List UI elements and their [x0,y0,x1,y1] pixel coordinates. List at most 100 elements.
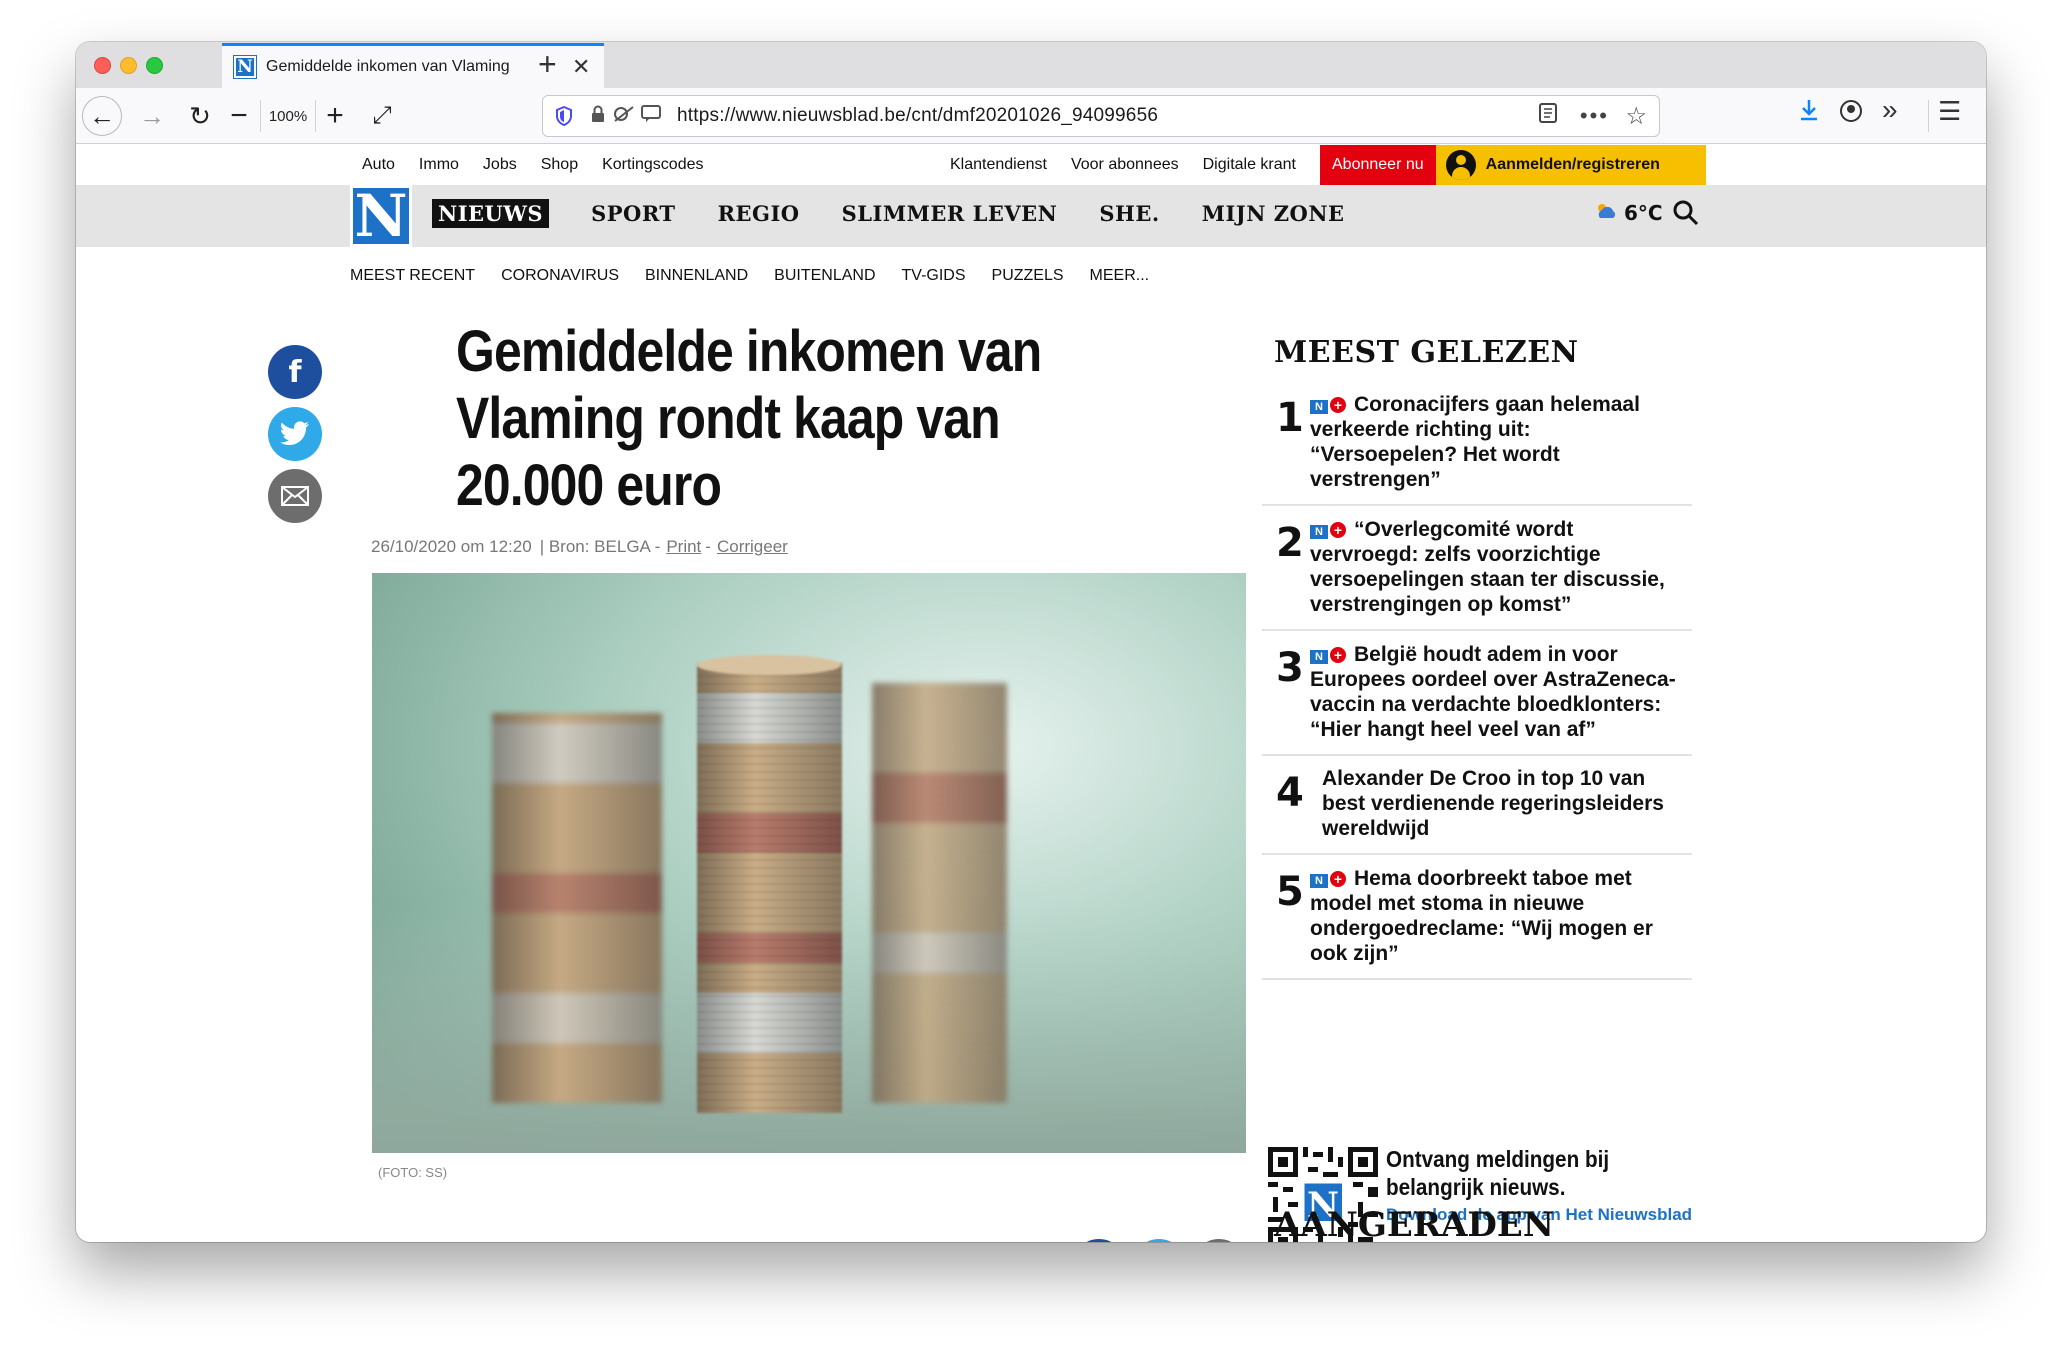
bookmark-star-icon[interactable]: ☆ [1625,102,1647,131]
share-email-bottom-button[interactable] [1192,1239,1246,1242]
nav-slimmer-leven[interactable]: SLIMMER LEVEN [842,201,1058,226]
back-button[interactable]: ← [82,96,122,136]
nav-mijn-zone[interactable]: MIJN ZONE [1202,201,1345,226]
top-link-auto[interactable]: Auto [362,156,395,174]
site-favicon-icon: N [233,55,257,79]
subnav-meest-recent[interactable]: MEEST RECENT [350,267,475,285]
list-item[interactable]: 5 N + Hema doorbreekt taboe met model met … [1262,855,1692,980]
list-item-title[interactable]: N + Hema doorbreekt taboe met model met st… [1310,865,1682,966]
most-read-list: 1 N + Coronacijfers gaan helemaal verkeerd… [1262,381,1692,980]
correct-link[interactable]: Corrigeer [717,537,788,557]
article-meta: 26/10/2020 om 12:20 | Bron: BELGA - Prin… [371,537,788,557]
nav-regio[interactable]: REGIO [718,201,800,226]
fullscreen-icon[interactable]: ⤢ [362,97,402,135]
close-window-button[interactable] [94,57,111,74]
list-item[interactable]: 3 N + België houdt adem in voor Europees o… [1262,631,1692,756]
lock-icon[interactable] [591,105,605,128]
top-link-shop[interactable]: Shop [541,156,578,174]
login-button[interactable]: Aanmelden/registreren [1435,145,1706,185]
overflow-chevrons-icon[interactable]: » [1882,94,1898,126]
link-klantendienst[interactable]: Klantendienst [950,156,1047,174]
top-link-jobs[interactable]: Jobs [483,156,517,174]
tab-title: Gemiddelde inkomen van Vlaming [266,58,510,75]
nav-sport[interactable]: SPORT [591,201,675,226]
tracking-protection-shield-icon[interactable] [555,105,575,127]
search-icon[interactable] [1672,199,1700,227]
top-link-immo[interactable]: Immo [419,156,459,174]
rank-number: 5 [1276,869,1304,915]
main-navigation: N NIEUWS SPORT REGIO SLIMMER LEVEN SHE. … [76,182,1986,250]
recommended-title: AANGERADEN [1274,1205,1554,1242]
list-item[interactable]: 4 Alexander De Croo in top 10 van best v… [1262,756,1692,855]
subnav-coronavirus[interactable]: CORONAVIRUS [501,267,619,285]
forward-button[interactable]: → [132,97,172,135]
plus-badge-icon: N + [1310,865,1346,890]
subnav-puzzels[interactable]: PUZZELS [992,267,1064,285]
toolbar-divider [1928,100,1929,132]
weather-widget[interactable]: 6°C [1594,201,1663,225]
notification-permission-icon[interactable] [641,104,661,128]
envelope-icon [281,486,309,506]
download-icon[interactable] [1798,98,1820,129]
list-item[interactable]: 1 N + Coronacijfers gaan helemaal verkeerd… [1262,381,1692,506]
nieuwsblad-logo[interactable]: N [350,182,412,250]
subnav-buitenland[interactable]: BUITENLAND [774,267,875,285]
rank-number: 1 [1276,395,1304,441]
top-link-kortingscodes[interactable]: Kortingscodes [602,156,703,174]
subnav-meer[interactable]: MEER... [1090,267,1150,285]
share-email-button[interactable] [268,469,322,523]
account-icon[interactable] [1840,100,1862,122]
share-facebook-bottom-button[interactable]: f [1072,1239,1126,1242]
list-item[interactable]: 2 N + “Overlegcomité wordt vervroegd: zelf… [1262,506,1692,631]
tab-close-icon[interactable]: ✕ [572,54,590,80]
article-hero-image[interactable] [372,573,1246,1153]
browser-window: N Gemiddelde inkomen van Vlaming ✕ + ← →… [76,42,1986,1242]
hamburger-menu-icon[interactable]: ☰ [1938,96,1961,127]
temperature: 6°C [1624,201,1663,225]
meta-separator: - [705,537,711,556]
list-item-title[interactable]: N + Coronacijfers gaan helemaal verkeerde … [1310,391,1682,492]
nav-she[interactable]: SHE. [1099,201,1159,226]
rank-number: 3 [1276,645,1304,691]
new-tab-button[interactable]: + [538,46,557,83]
address-bar[interactable]: https://www.nieuwsblad.be/cnt/dmf2020102… [542,95,1660,137]
page-actions-more-icon[interactable]: ••• [1580,103,1609,129]
subnav-binnenland[interactable]: BINNENLAND [645,267,748,285]
sub-navigation: MEEST RECENT CORONAVIRUS BINNENLAND BUIT… [350,267,1175,285]
subscribe-button[interactable]: Abonneer nu [1320,145,1436,185]
service-links: Klantendienst Voor abonnees Digitale kra… [950,145,1706,185]
zoom-out-button[interactable]: − [222,97,256,135]
reload-button[interactable]: ↻ [180,97,220,135]
article-headline: Gemiddelde inkomen van Vlaming rondt kaa… [456,319,1042,518]
share-twitter-bottom-button[interactable] [1132,1239,1186,1242]
permissions-icon[interactable] [613,105,635,128]
list-item-title[interactable]: N + “Overlegcomité wordt vervroegd: zelfs … [1310,516,1682,617]
subnav-tv-gids[interactable]: TV-GIDS [902,267,966,285]
facebook-icon: f [288,354,302,390]
login-label: Aanmelden/registreren [1485,156,1660,173]
zoom-in-button[interactable]: + [318,97,352,135]
share-twitter-button[interactable] [268,407,322,461]
print-link[interactable]: Print [666,537,701,557]
nav-nieuws[interactable]: NIEUWS [432,199,550,228]
rank-number: 2 [1276,520,1304,566]
minimize-window-button[interactable] [120,57,137,74]
user-avatar-icon [1445,150,1476,180]
twitter-icon [280,421,309,446]
plus-badge-icon: N + [1310,391,1346,416]
url-text[interactable]: https://www.nieuwsblad.be/cnt/dmf2020102… [677,105,1158,127]
article-date: 26/10/2020 om 12:20 [371,537,532,556]
reader-view-icon[interactable] [1539,103,1557,129]
rank-number: 4 [1276,770,1304,816]
list-item-title[interactable]: N + België houdt adem in voor Europees oor… [1310,641,1682,742]
zoom-level[interactable]: 100% [260,100,316,132]
list-item-title[interactable]: Alexander De Croo in top 10 van best ver… [1322,766,1682,841]
link-digitale-krant[interactable]: Digitale krant [1203,156,1296,174]
section-nav: NIEUWS SPORT REGIO SLIMMER LEVEN SHE. MI… [432,199,1387,228]
utility-bar: Auto Immo Jobs Shop Kortingscodes Klante… [76,145,1986,185]
share-facebook-button[interactable]: f [268,345,322,399]
tab-strip: N Gemiddelde inkomen van Vlaming ✕ + [76,42,1986,88]
link-voor-abonnees[interactable]: Voor abonnees [1071,156,1179,174]
zoom-window-button[interactable] [146,57,163,74]
top-links: Auto Immo Jobs Shop Kortingscodes [362,145,727,185]
